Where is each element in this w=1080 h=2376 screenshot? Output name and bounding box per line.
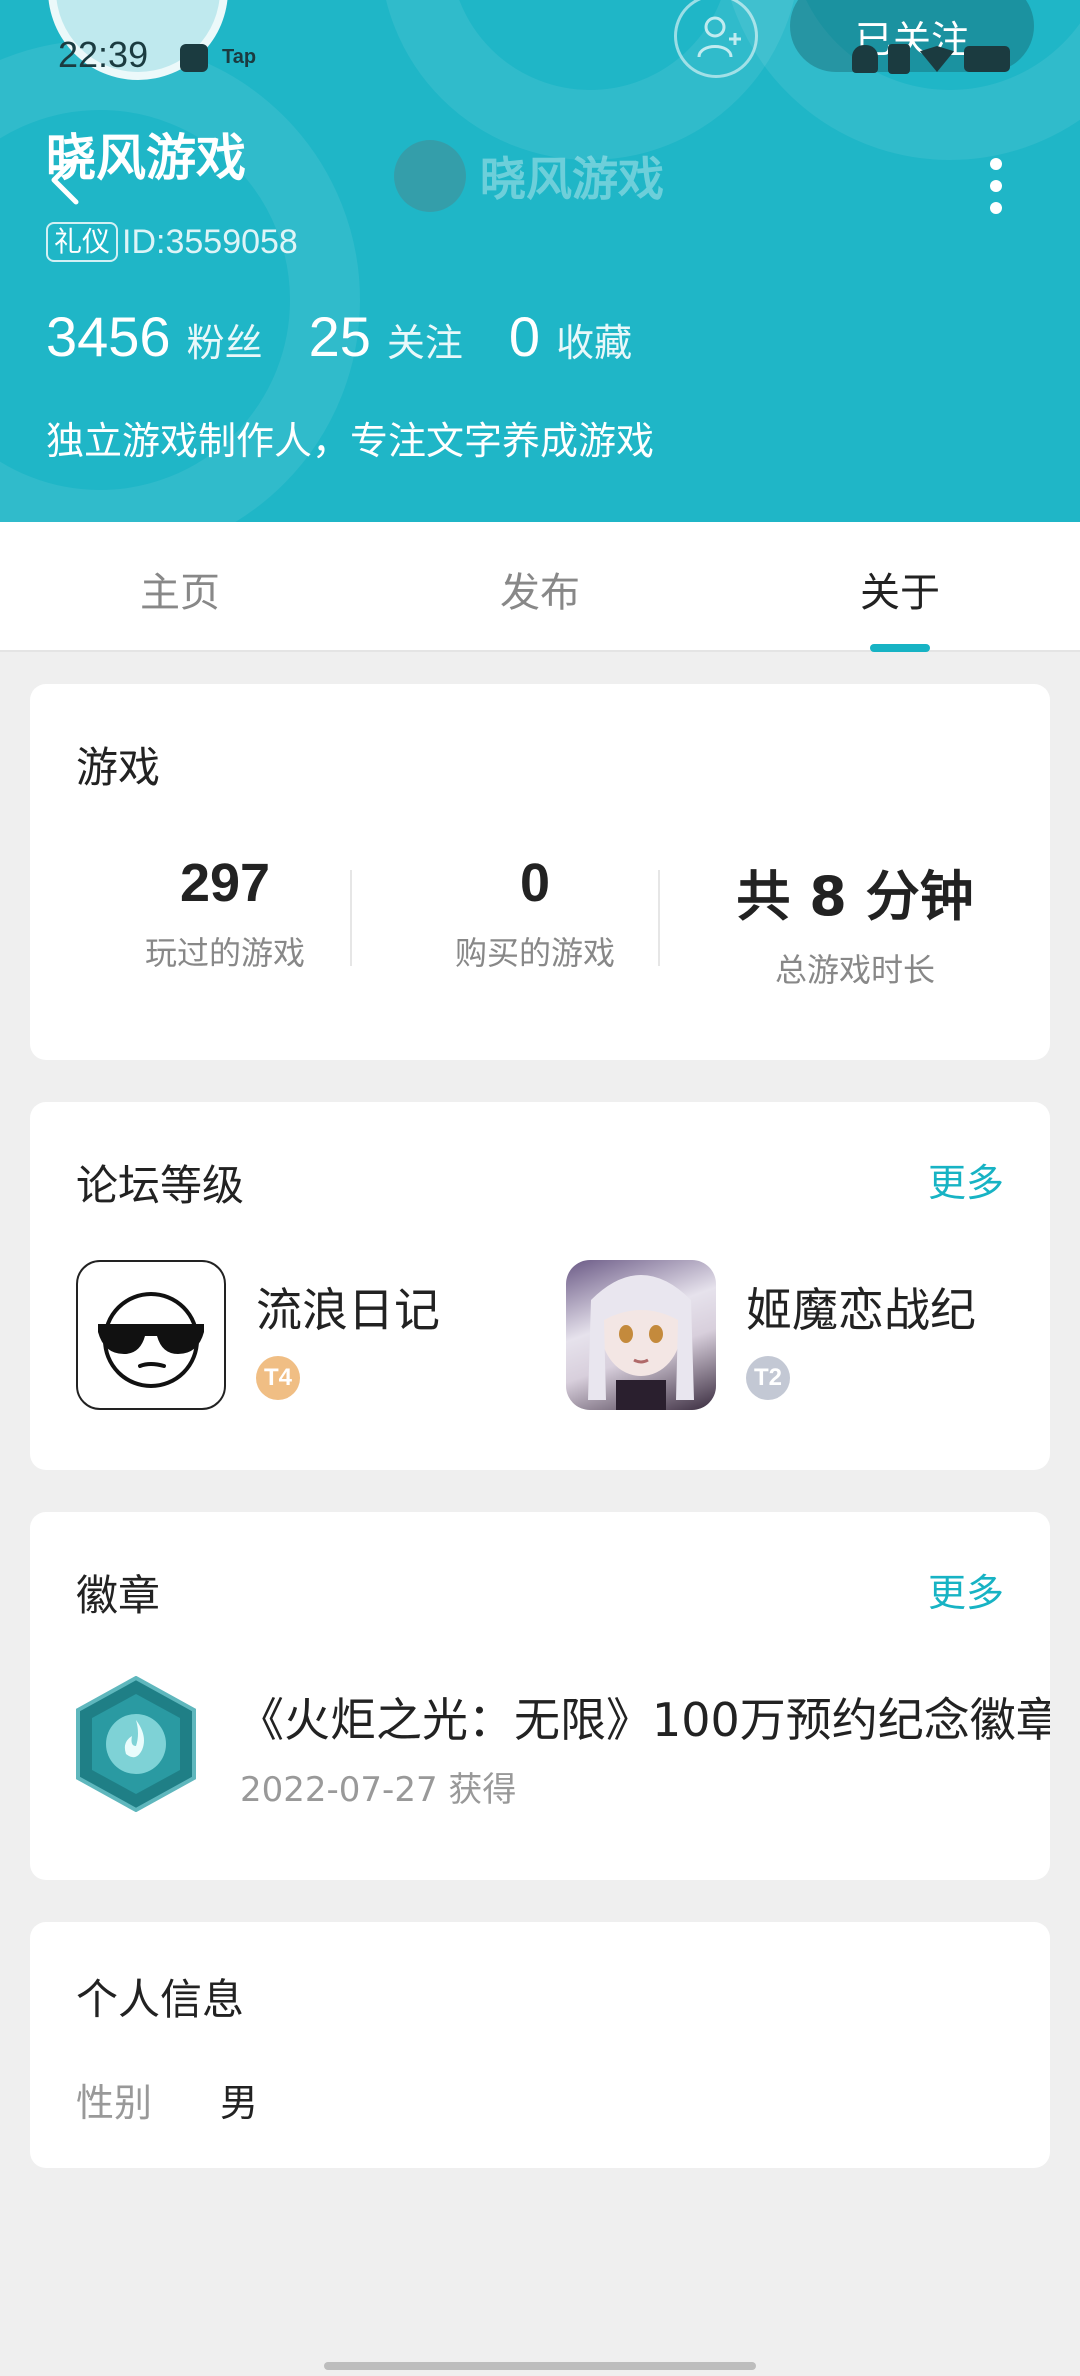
forum-level-card: 论坛等级 更多 流浪日记 T4 姬魔恋战纪 T2: [30, 1102, 1050, 1470]
followers-label[interactable]: 粉丝: [187, 312, 263, 367]
games-card: 游戏 297 玩过的游戏 0 购买的游戏 共 8 分钟 总游戏时长: [30, 684, 1050, 1060]
gender-label: 性别: [76, 2081, 153, 2125]
favorites-label[interactable]: 收藏: [556, 312, 632, 367]
purchased-games-stat[interactable]: 0 购买的游戏: [400, 852, 670, 974]
playtime-label: 总游戏时长: [774, 951, 935, 989]
divider: [658, 870, 660, 966]
forum-level-title: 论坛等级: [76, 1161, 245, 1210]
mute-icon: [852, 45, 878, 73]
wifi-icon: [920, 46, 954, 72]
forum-more-link[interactable]: 更多: [928, 1152, 1004, 1207]
user-badge-row: 礼仪 ID:3559058: [46, 222, 298, 262]
personal-info-title: 个人信息: [76, 1975, 245, 2024]
games-title: 游戏: [76, 743, 161, 792]
app-notification-icon: [180, 44, 208, 72]
personal-info-card: 个人信息 性别 男: [30, 1922, 1050, 2168]
center-avatar: [394, 140, 466, 212]
gender-value: 男: [220, 2081, 259, 2125]
badge-date: 2022-07-27 获得: [240, 1762, 516, 1811]
tab-posts[interactable]: 发布: [440, 560, 640, 618]
profile-stats: 3456 粉丝 25 关注 0 收藏: [46, 304, 678, 369]
forum-name: 流浪日记: [256, 1283, 440, 1337]
badge-name: 《火炬之光：无限》100万预约纪念徽章: [238, 1693, 1050, 1747]
favorites-count[interactable]: 0: [509, 304, 540, 369]
purchased-games-label: 购买的游戏: [454, 934, 615, 972]
center-title: 晓风游戏: [394, 140, 664, 212]
username: 晓风游戏: [46, 129, 246, 187]
tab-about[interactable]: 关于: [800, 560, 1000, 618]
user-id: ID:3559058: [122, 222, 298, 261]
badge-date-value: 2022-07-27: [240, 1770, 438, 1810]
status-app-label: Tap: [222, 46, 257, 68]
level-badge: T4: [256, 1356, 300, 1400]
badges-title: 徽章: [76, 1571, 161, 1620]
purchased-games-count: 0: [519, 853, 551, 913]
profile-header: 22:39 Tap 已关注 晓风游戏 晓风游戏 礼仪 ID:3559058 34…: [0, 0, 1080, 522]
sunglasses-face-icon: [76, 1260, 226, 1410]
played-games-label: 玩过的游戏: [144, 934, 305, 972]
divider: [350, 870, 352, 966]
tab-bar: 主页 发布 关于: [0, 522, 1080, 652]
more-vertical-icon[interactable]: [990, 158, 1002, 224]
profile-bio: 独立游戏制作人，专注文字养成游戏: [46, 419, 655, 463]
battery-icon: [964, 46, 1010, 72]
tab-home[interactable]: 主页: [80, 560, 280, 618]
following-count[interactable]: 25: [309, 304, 371, 369]
playtime-stat[interactable]: 共 8 分钟 总游戏时长: [690, 852, 1020, 991]
home-indicator[interactable]: [324, 2362, 756, 2370]
status-time: 22:39: [58, 34, 149, 75]
forum-name: 姬魔恋战纪: [746, 1283, 976, 1337]
active-tab-indicator: [870, 644, 930, 652]
followers-count[interactable]: 3456: [46, 304, 171, 369]
hexagon-badge-icon[interactable]: [76, 1675, 196, 1816]
anime-girl-icon: [566, 1260, 716, 1410]
sim-icon: [888, 44, 910, 74]
badges-card: 徽章 更多 《火炬之光：无限》100万预约纪念徽章 2022-07-27 获得: [30, 1512, 1050, 1880]
level-badge: T2: [746, 1356, 790, 1400]
center-title-name: 晓风游戏: [480, 152, 664, 206]
etiquette-badge[interactable]: 礼仪: [46, 222, 119, 262]
badge-obtained-label: 获得: [448, 1770, 517, 1810]
add-friend-icon: [697, 16, 741, 58]
badges-more-link[interactable]: 更多: [928, 1562, 1004, 1617]
played-games-stat[interactable]: 297 玩过的游戏: [90, 852, 360, 974]
status-icons: [852, 44, 1010, 74]
playtime-value: 共 8 分钟: [736, 865, 974, 928]
played-games-count: 297: [179, 853, 271, 913]
following-label[interactable]: 关注: [387, 312, 463, 367]
